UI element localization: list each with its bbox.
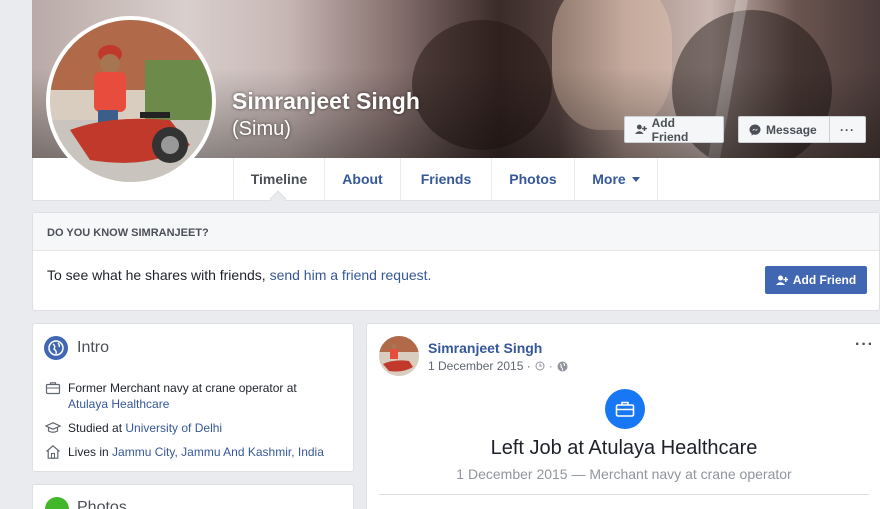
post-author-name[interactable]: Simranjeet Singh	[428, 340, 542, 356]
message-button[interactable]: Message	[738, 116, 830, 143]
photos-icon	[45, 497, 69, 509]
tab-friends[interactable]: Friends	[400, 158, 491, 200]
intro-location-row: Lives in Jammu City, Jammu And Kashmir, …	[45, 444, 324, 460]
intro-study-row: Studied at University of Delhi	[45, 420, 222, 436]
add-friend-primary-label: Add Friend	[792, 273, 857, 287]
life-event-briefcase-icon	[605, 389, 645, 429]
tab-photos[interactable]: Photos	[491, 158, 574, 200]
hometown-link[interactable]: Jammu City, Jammu And Kashmir, India	[112, 445, 324, 459]
life-event-subtitle: 1 December 2015 — Merchant navy at crane…	[456, 466, 792, 482]
add-friend-icon	[775, 275, 788, 285]
intro-card: Intro Former Merchant navy at crane oper…	[32, 323, 354, 472]
photos-title[interactable]: Photos	[77, 499, 127, 509]
add-friend-button[interactable]: Add Friend	[624, 115, 724, 144]
more-actions-button[interactable]: ···	[829, 116, 866, 143]
profile-photo-image	[50, 20, 212, 182]
tab-more[interactable]: More	[574, 158, 658, 200]
workplace-link[interactable]: Atulaya Healthcare	[68, 397, 169, 411]
home-icon	[46, 445, 60, 459]
life-event-post: Simranjeet Singh 1 December 2015 · · ···…	[366, 323, 880, 509]
photos-card: Photos	[32, 484, 354, 509]
post-author-avatar[interactable]	[379, 336, 419, 376]
add-friend-label: Add Friend	[651, 115, 689, 144]
post-options-button[interactable]: ···	[855, 336, 874, 354]
intro-work-row: Former Merchant navy at crane operator a…	[45, 380, 297, 412]
do-you-know-panel: DO YOU KNOW SIMRANJEET? To see what he s…	[32, 212, 880, 311]
school-link[interactable]: University of Delhi	[125, 421, 222, 435]
profile-picture[interactable]	[46, 16, 216, 186]
send-friend-request-link[interactable]: send him a friend request.	[270, 267, 432, 283]
message-label: Message	[766, 122, 817, 137]
globe-icon	[44, 336, 68, 360]
messenger-icon	[749, 124, 761, 135]
add-friend-icon	[635, 124, 647, 134]
tab-about[interactable]: About	[324, 158, 400, 200]
profile-alternate-name: (Simu)	[232, 118, 291, 140]
divider	[379, 494, 869, 495]
do-you-know-heading: DO YOU KNOW SIMRANJEET?	[33, 213, 879, 251]
do-you-know-text: To see what he shares with friends, send…	[47, 267, 432, 283]
post-timestamp[interactable]: 1 December 2015 · ·	[428, 359, 568, 373]
profile-name[interactable]: Simranjeet Singh	[232, 88, 420, 115]
life-event-title[interactable]: Left Job at Atulaya Healthcare	[367, 437, 880, 460]
graduation-cap-icon	[45, 422, 61, 433]
add-friend-primary-button[interactable]: Add Friend	[765, 266, 867, 294]
caret-down-icon	[631, 176, 640, 182]
public-globe-icon	[557, 361, 568, 371]
clock-icon	[535, 361, 545, 371]
tab-more-label: More	[592, 171, 626, 187]
intro-title: Intro	[77, 339, 110, 356]
briefcase-icon	[45, 382, 61, 395]
